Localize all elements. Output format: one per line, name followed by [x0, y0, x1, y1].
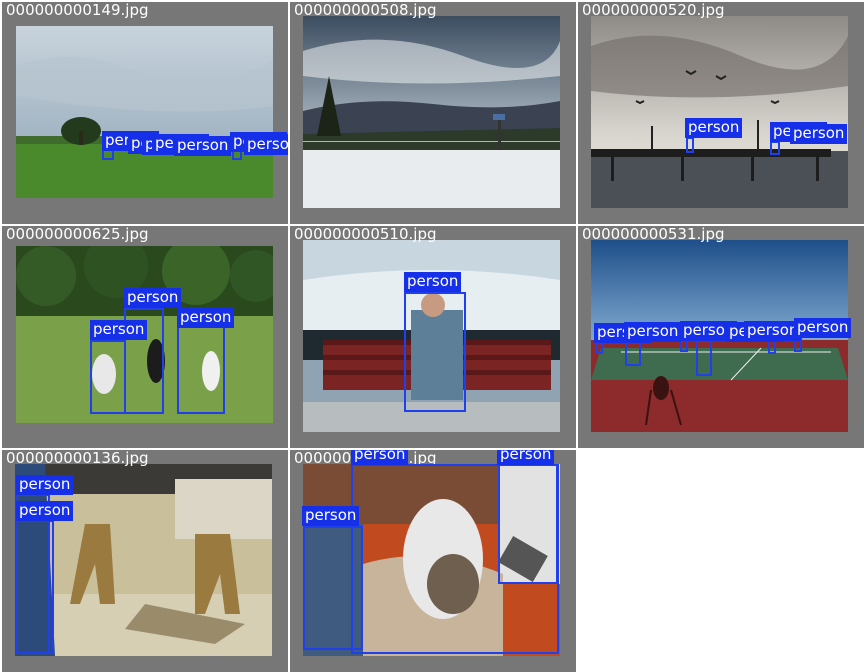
image-tile: 000000000143.jpg person person person: [290, 450, 576, 672]
file-name: 000000000136.jpg: [6, 450, 149, 467]
bounding-box: [303, 526, 363, 650]
bounding-box: [90, 340, 126, 414]
detection-label: person: [90, 320, 148, 340]
photo: [303, 16, 560, 208]
image-tile: 000000000510.jpg person: [290, 226, 576, 448]
detection-label: person: [16, 501, 74, 521]
bounding-box: [177, 326, 225, 414]
image-tile: 000000000520.jpg person person person: [578, 2, 864, 224]
detection-label: person: [794, 318, 852, 338]
detection-label: person: [351, 450, 409, 465]
bounding-box: [404, 292, 466, 412]
bounding-box: [625, 342, 641, 366]
bounding-box: [696, 340, 712, 376]
detection-label: person: [497, 450, 555, 465]
bounding-box: [498, 464, 558, 584]
bounding-box: [770, 141, 780, 155]
file-name: 000000000531.jpg: [582, 226, 725, 243]
photo: [591, 16, 848, 208]
detection-label: person: [174, 136, 232, 156]
image-tile: 000000000508.jpg: [290, 2, 576, 224]
file-name: 000000000149.jpg: [6, 2, 149, 19]
file-name: 000000000625.jpg: [6, 226, 149, 243]
image-tile: 000000000531.jpg person person person pe…: [578, 226, 864, 448]
detection-label: person: [790, 124, 848, 144]
detection-label: person: [624, 322, 682, 342]
detection-label: person: [685, 118, 743, 138]
image-tile: 000000000149.jpg person person person pe…: [2, 2, 288, 224]
bounding-box: [16, 520, 54, 654]
bounding-box: [768, 340, 776, 354]
file-name: 000000000520.jpg: [582, 2, 725, 19]
bounding-box: [595, 342, 603, 354]
detection-label: person: [244, 135, 288, 155]
file-name: 000000000510.jpg: [294, 226, 437, 243]
detection-label: person: [124, 288, 182, 308]
detection-label: person: [404, 272, 462, 292]
photo: [16, 26, 273, 198]
image-tile: 000000000136.jpg person person: [2, 450, 288, 672]
bounding-box: [686, 137, 694, 153]
detection-label: person: [177, 308, 235, 328]
detection-label: person: [744, 321, 802, 341]
detection-label: person: [16, 475, 74, 495]
file-name: 000000000508.jpg: [294, 2, 437, 19]
image-tile: 000000000625.jpg person person person: [2, 226, 288, 448]
detection-label: person: [302, 506, 360, 526]
